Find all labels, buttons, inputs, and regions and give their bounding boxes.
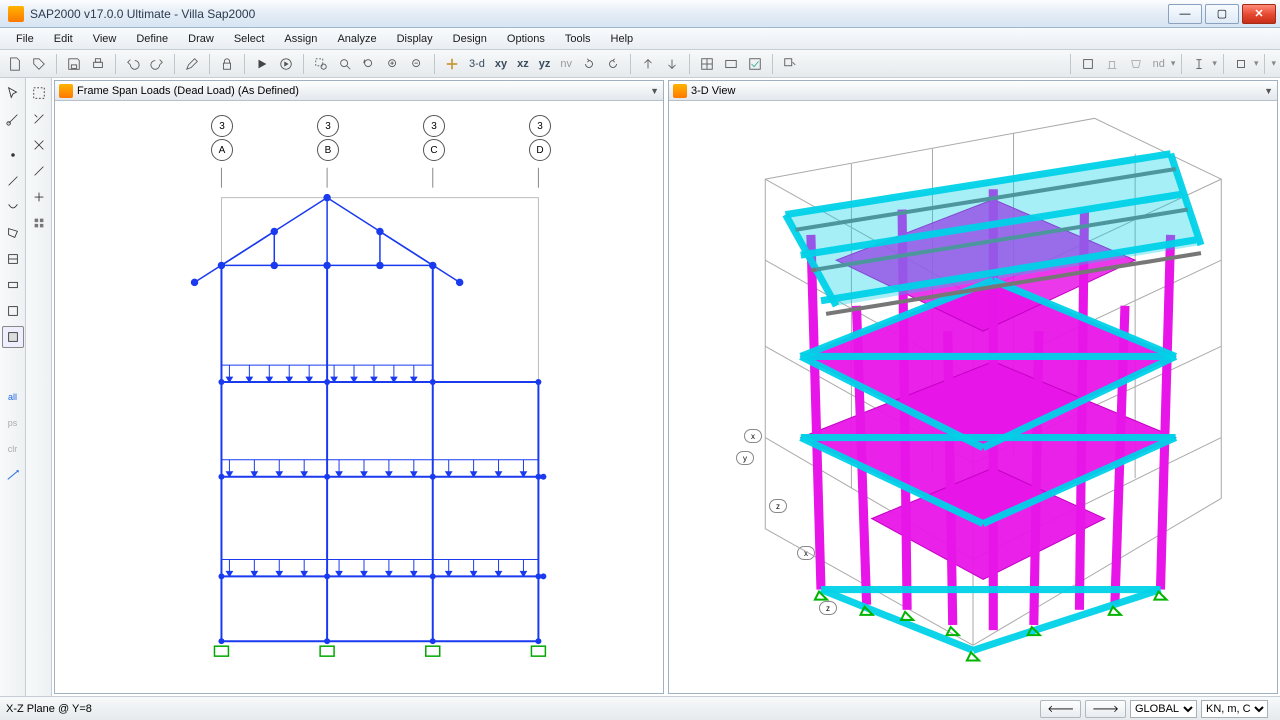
- select-grid-icon[interactable]: [28, 212, 50, 234]
- new-file-icon[interactable]: [4, 53, 26, 75]
- left-toolbar-2: [26, 78, 52, 696]
- select-cross-icon[interactable]: [28, 134, 50, 156]
- perspective-icon[interactable]: [1125, 53, 1147, 75]
- draw-cable-icon[interactable]: [2, 196, 24, 218]
- right-pane: 3-D View ▼ x y z x z: [668, 80, 1278, 694]
- options-dropdown-icon[interactable]: [779, 53, 801, 75]
- chevron-down-icon[interactable]: ▼: [1264, 86, 1273, 96]
- animation-icon[interactable]: [275, 53, 297, 75]
- select-cut-icon[interactable]: [28, 160, 50, 182]
- next-view-button[interactable]: 🡒: [1085, 700, 1126, 718]
- view-yz-button[interactable]: yz: [535, 58, 555, 70]
- tag-icon[interactable]: [28, 53, 50, 75]
- ps-tool-icon[interactable]: ps: [2, 412, 24, 434]
- draw-point-icon[interactable]: [2, 144, 24, 166]
- chevron-down-icon[interactable]: ▼: [650, 86, 659, 96]
- menu-tools[interactable]: Tools: [555, 30, 601, 48]
- pane-icon: [59, 84, 73, 98]
- rectangle-view-icon[interactable]: [1077, 53, 1099, 75]
- right-pane-body[interactable]: x y z x z: [669, 101, 1277, 693]
- toolbar: 3-d xy xz yz nv nd ▾ ▾ ▾ ▾: [0, 50, 1280, 78]
- section-tool-icon[interactable]: [1230, 53, 1252, 75]
- pointer-icon[interactable]: [2, 82, 24, 104]
- zoom-window-icon[interactable]: [310, 53, 332, 75]
- show-labels-icon[interactable]: [720, 53, 742, 75]
- titlebar: SAP2000 v17.0.0 Ultimate - Villa Sap2000…: [0, 0, 1280, 28]
- all-label-icon[interactable]: all: [2, 386, 24, 408]
- minimize-button[interactable]: —: [1168, 4, 1202, 24]
- zoom-extents-icon[interactable]: [334, 53, 356, 75]
- zoom-previous-icon[interactable]: [358, 53, 380, 75]
- section-down-icon[interactable]: [661, 53, 683, 75]
- section-up-icon[interactable]: [637, 53, 659, 75]
- units-select[interactable]: KN, m, C: [1201, 700, 1268, 718]
- left-toolbar-1: all ps clr: [0, 78, 26, 696]
- rotate-ccw-icon[interactable]: [578, 53, 600, 75]
- draw-poly-icon[interactable]: [2, 248, 24, 270]
- menu-help[interactable]: Help: [601, 30, 644, 48]
- window-title: SAP2000 v17.0.0 Ultimate - Villa Sap2000: [30, 7, 255, 21]
- maximize-button[interactable]: ▢: [1205, 4, 1239, 24]
- reshape-icon[interactable]: [2, 108, 24, 130]
- lock-icon[interactable]: [216, 53, 238, 75]
- clr-tool-icon[interactable]: clr: [2, 438, 24, 460]
- left-pane-title: Frame Span Loads (Dead Load) (As Defined…: [77, 85, 299, 97]
- save-icon[interactable]: [63, 53, 85, 75]
- undo-icon[interactable]: [122, 53, 144, 75]
- rotate-cw-icon[interactable]: [602, 53, 624, 75]
- draw-area-icon[interactable]: [2, 222, 24, 244]
- select-intersect-icon[interactable]: [28, 186, 50, 208]
- right-pane-title: 3-D View: [691, 85, 735, 97]
- workspace: all ps clr Frame Span Loads (Dead Load) …: [0, 78, 1280, 696]
- check-model-icon[interactable]: [744, 53, 766, 75]
- print-icon[interactable]: [87, 53, 109, 75]
- right-pane-header[interactable]: 3-D View ▼: [669, 81, 1277, 101]
- view-xz-button[interactable]: xz: [513, 58, 533, 70]
- prev-view-button[interactable]: 🡐: [1040, 700, 1081, 718]
- zoom-out-icon[interactable]: [406, 53, 428, 75]
- menu-view[interactable]: View: [83, 30, 127, 48]
- menu-options[interactable]: Options: [497, 30, 555, 48]
- status-plane-label: X-Z Plane @ Y=8: [6, 703, 92, 715]
- view-xy-button[interactable]: xy: [491, 58, 511, 70]
- menu-edit[interactable]: Edit: [44, 30, 83, 48]
- pencil-icon[interactable]: [181, 53, 203, 75]
- close-button[interactable]: ✕: [1242, 4, 1276, 24]
- view-3d-button[interactable]: 3-d: [465, 58, 489, 70]
- menu-analyze[interactable]: Analyze: [327, 30, 386, 48]
- dimension-icon[interactable]: [2, 464, 24, 486]
- statusbar: X-Z Plane @ Y=8 🡐 🡒 GLOBAL KN, m, C: [0, 696, 1280, 720]
- left-pane: Frame Span Loads (Dead Load) (As Defined…: [54, 80, 664, 694]
- run-icon[interactable]: [251, 53, 273, 75]
- elevation-icon[interactable]: [1101, 53, 1123, 75]
- menu-design[interactable]: Design: [443, 30, 497, 48]
- view-nv-button[interactable]: nv: [556, 58, 576, 70]
- app-icon: [8, 6, 24, 22]
- menu-select[interactable]: Select: [224, 30, 275, 48]
- menu-assign[interactable]: Assign: [274, 30, 327, 48]
- redo-icon[interactable]: [146, 53, 168, 75]
- draw-quick-icon[interactable]: [2, 326, 24, 348]
- left-pane-header[interactable]: Frame Span Loads (Dead Load) (As Defined…: [55, 81, 663, 101]
- select-line-icon[interactable]: [28, 108, 50, 130]
- model-3d-diagram: [669, 101, 1277, 693]
- menu-file[interactable]: File: [6, 30, 44, 48]
- select-window-icon[interactable]: [28, 82, 50, 104]
- draw-rect-icon[interactable]: [2, 274, 24, 296]
- left-pane-body[interactable]: 3 3 3 3 A B C D: [55, 101, 663, 693]
- show-nd-button[interactable]: nd: [1149, 58, 1169, 70]
- pan-icon[interactable]: [441, 53, 463, 75]
- menubar: File Edit View Define Draw Select Assign…: [0, 28, 1280, 50]
- show-grid-icon[interactable]: [696, 53, 718, 75]
- zoom-in-icon[interactable]: [382, 53, 404, 75]
- draw-section-icon[interactable]: [2, 300, 24, 322]
- pane-icon: [673, 84, 687, 98]
- ibeam-tool-icon[interactable]: [1188, 53, 1210, 75]
- menu-display[interactable]: Display: [387, 30, 443, 48]
- frame-2d-diagram: [55, 101, 663, 693]
- menu-draw[interactable]: Draw: [178, 30, 224, 48]
- menu-define[interactable]: Define: [126, 30, 178, 48]
- coord-system-select[interactable]: GLOBAL: [1130, 700, 1197, 718]
- draw-frame-icon[interactable]: [2, 170, 24, 192]
